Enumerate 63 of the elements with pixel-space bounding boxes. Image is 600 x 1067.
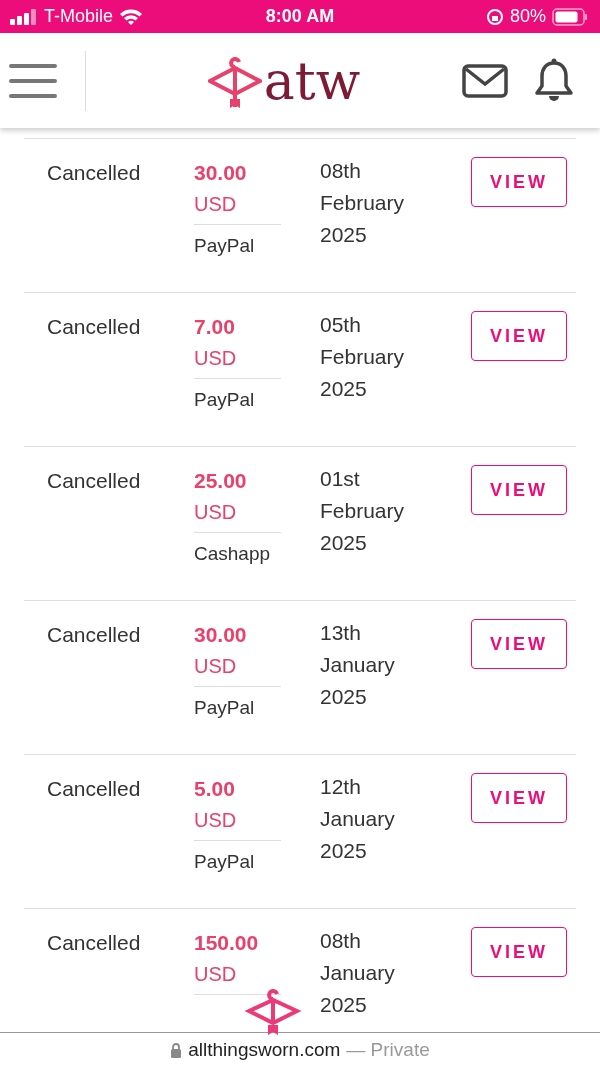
order-date: January — [320, 806, 396, 832]
order-date: 08th — [320, 158, 362, 184]
view-button[interactable]: VIEW — [471, 927, 567, 977]
order-date: 12th — [320, 774, 362, 800]
carrier-name: T-Mobile — [44, 6, 114, 27]
payment-method: PayPal — [194, 851, 256, 873]
logo-text: atw — [263, 54, 361, 107]
payment-method: Cashapp — [194, 543, 272, 565]
order-date: 08th — [320, 928, 362, 954]
clock-time: 8:00 AM — [265, 6, 335, 27]
order-date: 2025 — [320, 838, 368, 864]
order-status: Cancelled — [47, 931, 141, 954]
bell-icon — [534, 57, 574, 104]
messages-button[interactable] — [462, 63, 508, 98]
battery-percent: 80% — [509, 6, 546, 27]
menu-icon — [8, 62, 57, 99]
order-date: January — [320, 652, 396, 678]
lock-icon — [170, 1042, 183, 1058]
order-date: February — [320, 190, 406, 216]
order-amount: 7.00 — [194, 315, 236, 339]
view-button[interactable]: VIEW — [471, 311, 567, 361]
payment-method: PayPal — [194, 235, 256, 257]
order-amount: 25.00 — [194, 469, 248, 493]
mail-icon — [462, 63, 508, 98]
site-url: allthingsworn.com — [188, 1039, 341, 1061]
order-status: Cancelled — [47, 469, 141, 492]
view-button[interactable]: VIEW — [471, 619, 567, 669]
signal-icon — [10, 8, 38, 25]
order-date: 2025 — [320, 684, 368, 710]
order-date: January — [320, 960, 396, 986]
order-date: February — [320, 498, 406, 524]
order-date: 2025 — [320, 992, 368, 1018]
notifications-button[interactable] — [534, 57, 574, 104]
view-button[interactable]: VIEW — [471, 773, 567, 823]
order-status: Cancelled — [47, 777, 141, 800]
order-status: Cancelled — [47, 623, 141, 646]
order-currency: USD — [194, 193, 281, 225]
order-date: 2025 — [320, 530, 368, 556]
battery-icon — [552, 7, 588, 26]
order-date: 05th — [320, 312, 362, 338]
order-amount: 5.00 — [194, 777, 236, 801]
payment-method: PayPal — [194, 697, 256, 719]
order-amount: 30.00 — [194, 161, 248, 185]
wifi-icon — [119, 7, 144, 26]
order-status: Cancelled — [47, 161, 141, 184]
order-currency: USD — [194, 655, 281, 687]
browsing-mode: — Private — [346, 1039, 430, 1061]
order-amount: 30.00 — [194, 623, 248, 647]
order-currency: USD — [194, 347, 281, 379]
payment-method: PayPal — [194, 389, 256, 411]
view-button[interactable]: VIEW — [471, 157, 567, 207]
order-date: 2025 — [320, 376, 368, 402]
rotation-lock-icon — [485, 7, 504, 26]
order-status: Cancelled — [47, 315, 141, 338]
order-amount: 150.00 — [194, 931, 260, 955]
order-currency: USD — [194, 501, 281, 533]
order-currency: USD — [194, 809, 281, 841]
order-date: 2025 — [320, 222, 368, 248]
view-button[interactable]: VIEW — [471, 465, 567, 515]
order-currency: USD — [194, 963, 281, 995]
order-date: February — [320, 344, 406, 370]
order-date: 13th — [320, 620, 362, 646]
order-date: 01st — [320, 466, 361, 492]
